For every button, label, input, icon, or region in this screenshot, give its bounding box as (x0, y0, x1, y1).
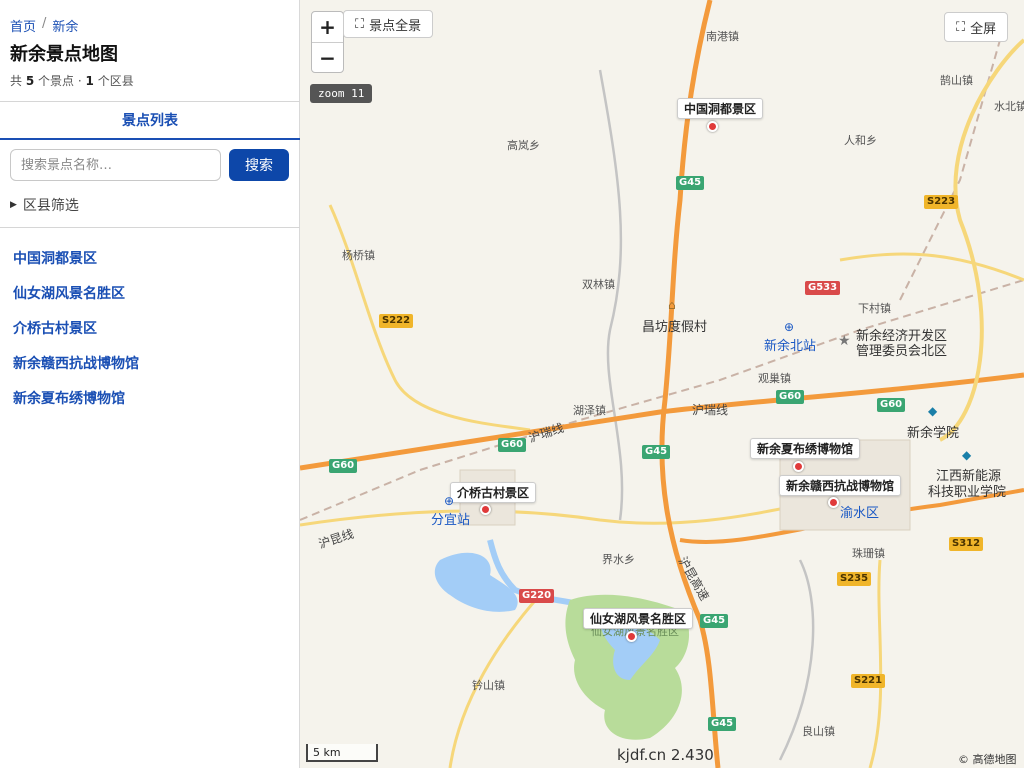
list-divider (0, 227, 300, 228)
search-button[interactable]: 搜索 (229, 149, 289, 181)
spot-list-item[interactable]: 介桥古村景区 (13, 318, 139, 353)
resort-icon: ⌂ (668, 298, 676, 312)
highway-shield: G60 (329, 459, 358, 473)
spot-count: 5 (25, 74, 35, 88)
school-icon: ◆ (928, 404, 938, 418)
highway-shield: G60 (776, 390, 805, 404)
place-label: 观巢镇 (758, 372, 791, 385)
place-label: 珠珊镇 (852, 547, 885, 560)
spot-summary: 共 5 个景点 · 1 个区县 (10, 72, 134, 89)
school-icon: ◆ (962, 448, 972, 462)
search-input[interactable] (10, 149, 221, 181)
minor-road (839, 252, 1024, 282)
county-count: 1 (85, 74, 94, 88)
zoom-level-badge: zoom 11 (310, 84, 373, 103)
poi-pin-icon[interactable] (626, 631, 637, 642)
zoom-in-button[interactable]: + (312, 12, 343, 42)
place-label: 钤山镇 (472, 679, 505, 692)
page-title: 新余景点地图 (10, 44, 118, 65)
map-attribution: © 高德地图 (958, 753, 1017, 766)
minor-road (598, 69, 624, 521)
county-filter-toggle[interactable]: ▶ 区县筛选 (10, 195, 79, 215)
breadcrumb-city-link[interactable]: 新余 (52, 16, 78, 35)
fullscreen-icon: ⛶ (956, 19, 966, 35)
place-label: 新余北站 (764, 339, 817, 354)
map-basemap (300, 0, 1024, 768)
place-label: 人和乡 (844, 134, 877, 147)
highway-shield: S235 (837, 572, 872, 586)
place-label: 鹄山镇 (940, 74, 973, 87)
overview-button[interactable]: ⛶ 景点全景 (343, 10, 434, 38)
place-label: 昌坊度假村 (642, 320, 708, 335)
watermark: kjdf.cn 2.430 (617, 746, 714, 764)
poi-pin-icon[interactable] (828, 497, 839, 508)
summary-prefix: 共 (10, 74, 23, 88)
place-label: 水北镇 (994, 100, 1024, 113)
breadcrumb: 首页 / 新余 (10, 16, 78, 35)
highway-shield: S312 (949, 537, 984, 551)
poi-pin-icon[interactable] (793, 461, 804, 472)
spot-list-item[interactable]: 中国洞都景区 (13, 248, 139, 283)
poi-label[interactable]: 新余赣西抗战博物馆 (779, 475, 902, 496)
spot-list-item[interactable]: 仙女湖风景名胜区 (13, 283, 139, 318)
highway-shield: S223 (924, 195, 959, 209)
place-label: 渝水区 (840, 506, 880, 521)
place-label: 界水乡 (602, 553, 635, 566)
place-label: 良山镇 (802, 725, 835, 738)
spot-list-item[interactable]: 新余赣西抗战博物馆 (13, 353, 139, 388)
highway-shield: S221 (851, 674, 886, 688)
poi-pin-icon[interactable] (707, 121, 718, 132)
place-label: 南港镇 (706, 30, 739, 43)
scale-bar: 5 km (306, 744, 378, 762)
highway-shield: G45 (676, 176, 705, 190)
fullscreen-button[interactable]: ⛶ 全屏 (944, 12, 1009, 42)
tab-spot-list[interactable]: 景点列表 (0, 102, 300, 140)
minor-road (868, 559, 883, 768)
zoom-out-button[interactable]: − (312, 42, 343, 72)
poi-label[interactable]: 中国洞都景区 (677, 98, 764, 119)
breadcrumb-home-link[interactable]: 首页 (10, 16, 36, 35)
minor-road (328, 204, 531, 432)
highway-shield: G60 (877, 398, 906, 412)
train-station-icon: ⊕ (444, 494, 455, 508)
place-label: 湖泽镇 (573, 404, 606, 417)
poi-pin-icon[interactable] (480, 504, 491, 515)
highway-shield: G45 (642, 445, 671, 459)
fullscreen-label: 全屏 (970, 21, 997, 37)
place-label: 下村镇 (858, 302, 891, 315)
place-label: 管理委员会北区 (856, 344, 948, 359)
spot-unit: 个景点 · (38, 74, 82, 88)
place-label: 杨桥镇 (342, 249, 375, 262)
place-label: 分宜站 (431, 513, 471, 528)
breadcrumb-separator: / (42, 16, 47, 31)
highway-shield: G533 (805, 281, 841, 295)
train-station-icon: ⊕ (784, 320, 795, 334)
expand-icon: ⛶ (355, 16, 365, 32)
highway-shield: S222 (379, 314, 414, 328)
zoom-control: + − (311, 11, 344, 73)
place-label: 高岚乡 (507, 139, 540, 152)
county-unit: 个区县 (97, 74, 134, 88)
poi-label[interactable]: 介桥古村景区 (450, 482, 537, 503)
map-canvas[interactable]: 南港镇 高岚乡 人和乡 鹄山镇 水北镇 杨桥镇 双林镇 昌坊度假村 新余北站 下… (300, 0, 1024, 768)
highway-shield: G60 (498, 438, 527, 452)
sidebar: 首页 / 新余 新余景点地图 共 5 个景点 · 1 个区县 景点列表 搜索 ▶… (0, 0, 300, 768)
star-icon: ★ (838, 333, 851, 349)
minor-road (300, 503, 801, 527)
highway-shield: G45 (708, 717, 737, 731)
spot-list: 中国洞都景区 仙女湖风景名胜区 介桥古村景区 新余赣西抗战博物馆 新余夏布绣博物… (13, 248, 139, 423)
poi-label[interactable]: 新余夏布绣博物馆 (750, 438, 861, 459)
spot-list-item[interactable]: 新余夏布绣博物馆 (13, 388, 139, 423)
place-label: 双林镇 (582, 278, 615, 291)
overview-label: 景点全景 (369, 18, 422, 34)
place-label: 新余学院 (907, 426, 960, 441)
highway-shield: G220 (519, 589, 555, 603)
highway-shield: G45 (700, 614, 729, 628)
poi-label[interactable]: 仙女湖风景名胜区 (583, 608, 694, 629)
place-label: 科技职业学院 (928, 485, 1007, 500)
road-name: 沪瑞线 (692, 403, 729, 417)
county-filter-label: 区县筛选 (22, 198, 79, 214)
disclosure-triangle-icon: ▶ (10, 200, 17, 210)
